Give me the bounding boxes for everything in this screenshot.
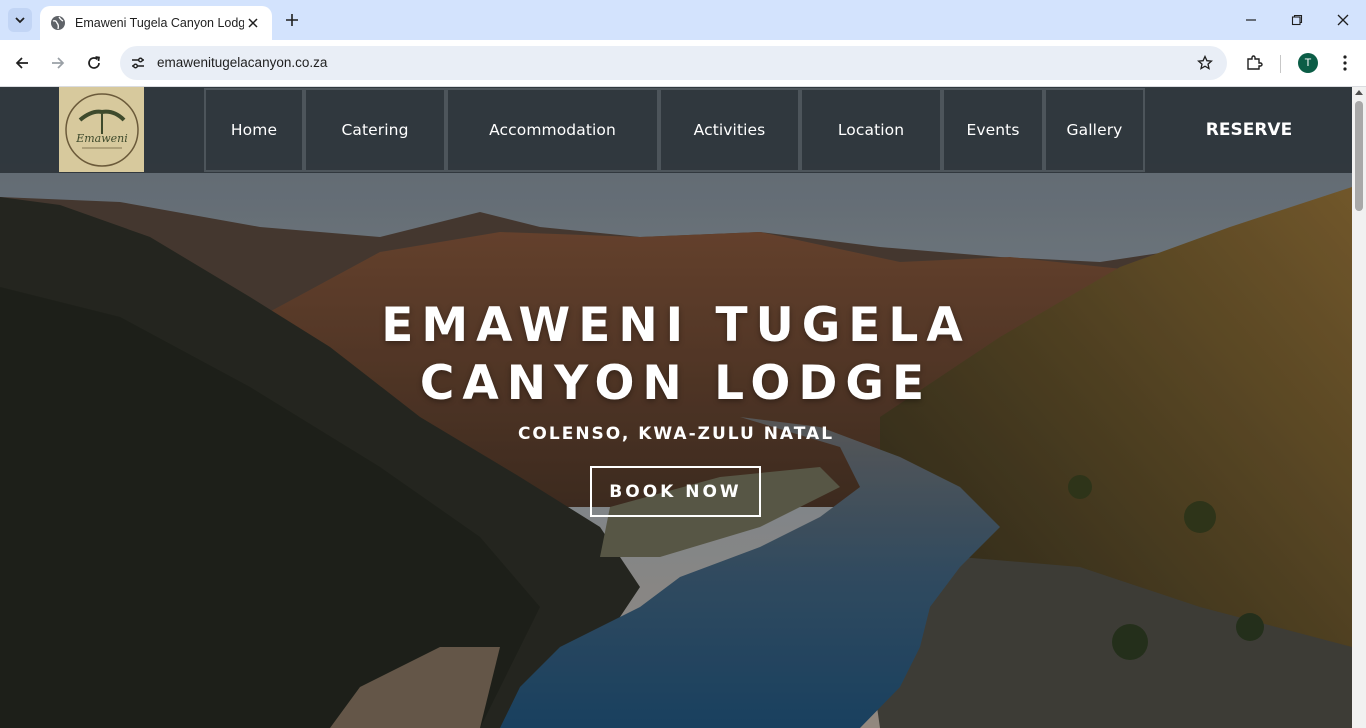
profile-avatar[interactable]: T (1298, 53, 1318, 73)
hero-section: Emaweni Home Catering Accommodation Acti… (0, 87, 1352, 728)
nav-catering[interactable]: Catering (304, 88, 446, 172)
book-now-button[interactable]: BOOK NOW (590, 466, 761, 517)
nav-location[interactable]: Location (800, 88, 942, 172)
arrow-right-icon (52, 57, 65, 69)
browser-tab-strip: Emaweni Tugela Canyon Lodge (0, 0, 1366, 40)
hero-subtitle: COLENSO, KWA-ZULU NATAL (517, 424, 835, 444)
hero-title-line1: EMAWENI TUGELA (381, 298, 971, 353)
nav-events[interactable]: Events (942, 88, 1044, 172)
plus-icon (286, 14, 298, 26)
svg-text:Emaweni: Emaweni (75, 132, 128, 145)
minimize-button[interactable] (1239, 8, 1263, 32)
minimize-icon (1246, 19, 1256, 21)
page-viewport: Emaweni Home Catering Accommodation Acti… (0, 87, 1366, 728)
new-tab-button[interactable] (281, 9, 303, 31)
restore-button[interactable] (1285, 8, 1309, 32)
tab-search-button[interactable] (8, 8, 32, 32)
close-icon[interactable] (244, 14, 262, 32)
chevron-down-icon (15, 17, 25, 24)
address-bar[interactable]: emawenitugelacanyon.co.za (120, 46, 1227, 80)
close-icon (1337, 14, 1349, 26)
nav-home[interactable]: Home (204, 88, 304, 172)
more-menu-icon[interactable] (1333, 51, 1357, 75)
back-button[interactable] (10, 51, 34, 75)
extensions-icon[interactable] (1242, 51, 1266, 75)
logo-acacia-emblem: Emaweni (64, 92, 139, 167)
bookmark-star-icon[interactable] (1193, 51, 1217, 75)
browser-toolbar: emawenitugelacanyon.co.za T (0, 40, 1366, 87)
site-header: Emaweni Home Catering Accommodation Acti… (0, 87, 1352, 173)
tab-title: Emaweni Tugela Canyon Lodge (75, 16, 244, 30)
close-window-button[interactable] (1331, 8, 1355, 32)
site-logo[interactable]: Emaweni (59, 87, 144, 172)
reload-icon (88, 56, 100, 69)
toolbar-separator (1280, 55, 1281, 73)
forward-button[interactable] (46, 51, 70, 75)
nav-activities[interactable]: Activities (659, 88, 800, 172)
page-scrollbar[interactable] (1352, 87, 1366, 728)
site-info-icon[interactable] (126, 51, 150, 75)
scrollbar-thumb[interactable] (1355, 101, 1363, 211)
browser-tab-active[interactable]: Emaweni Tugela Canyon Lodge (40, 6, 272, 40)
restore-icon (1291, 14, 1303, 26)
reload-button[interactable] (82, 51, 106, 75)
scroll-up-arrow-icon[interactable] (1355, 90, 1363, 95)
url-text[interactable]: emawenitugelacanyon.co.za (157, 55, 327, 70)
globe-icon (50, 15, 66, 31)
nav-accommodation[interactable]: Accommodation (446, 88, 659, 172)
arrow-left-icon (15, 57, 28, 69)
nav-gallery[interactable]: Gallery (1044, 88, 1145, 172)
reserve-button[interactable]: RESERVE (1146, 87, 1352, 173)
hero-title-line2: CANYON LODGE (419, 356, 933, 411)
hero-title: EMAWENI TUGELA CANYON LODGE (276, 297, 1076, 413)
